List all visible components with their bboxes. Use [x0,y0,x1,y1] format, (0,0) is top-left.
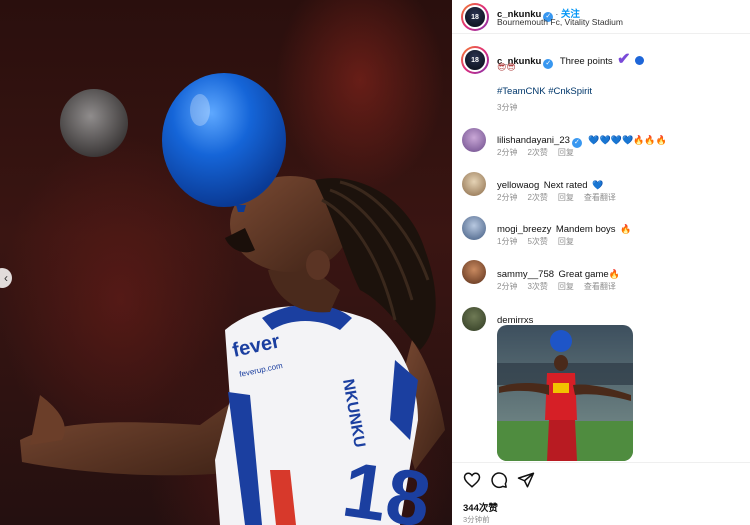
translate-button[interactable]: 查看翻译 [584,193,616,202]
comment-likes[interactable]: 5次赞 [527,237,547,246]
commenter-username[interactable]: yellowaog [497,180,539,191]
caption-text: Three points [559,56,613,67]
post-header: 18 c_nkunku ✓ · 关注 Bournemouth Fc, Vitalit… [452,0,750,34]
shirt-number: 18 [338,445,436,525]
caption-avatar[interactable]: 18 [461,46,489,74]
caption-time: 3分钟 [497,103,518,112]
caption: c_nkunku ✓ Three points ✔ [497,49,644,69]
comment-text: Mandem boys [555,224,616,235]
chevron-left-icon: ‹ [4,271,8,285]
post-actions: 344次赞 3分钟前 [452,462,750,525]
commenter-avatar[interactable] [462,128,486,152]
blue-balloon [162,73,286,207]
caption-emoji: 😎😎 [497,63,516,73]
check-mark-icon: ✔ [617,51,631,68]
comment-time: 2分钟 [497,148,518,157]
blue-circle-icon [634,56,644,65]
caption-hashtags[interactable]: #TeamCNK #CnkSpirit [497,86,592,97]
post-time: 3分钟前 [463,515,490,524]
comment-bubble-icon[interactable] [490,471,508,489]
comment-emoji: 🔥 [608,270,620,280]
comment-emoji: 💙 [591,181,604,191]
photo-illustration: fever feverup.com 18 NKUNKU [20,73,445,525]
comment-image[interactable] [497,325,633,461]
commenter-username[interactable]: sammy__758 [497,269,554,280]
commenter-avatar[interactable] [462,172,486,196]
comment-time: 2分钟 [497,193,518,202]
comment-time: 2分钟 [497,282,518,291]
post-location[interactable]: Bournemouth Fc, Vitality Stadium [497,17,623,27]
commenter-avatar[interactable] [462,260,486,284]
commenter-username[interactable]: lilishandayani_23 [497,135,570,146]
heart-outline-icon[interactable] [463,471,481,489]
reply-button[interactable]: 回复 [558,148,574,157]
comment-likes[interactable]: 3次赞 [527,282,547,291]
comment-emoji: 🔥 [619,225,632,235]
commenter-avatar[interactable] [462,216,486,240]
reply-button[interactable]: 回复 [558,193,574,202]
comment-likes[interactable]: 2次赞 [527,193,547,202]
post-photo[interactable]: fever feverup.com 18 NKUNKU ‹ [0,0,452,525]
verified-badge-icon: ✓ [543,59,554,69]
commenter-avatar[interactable] [462,307,486,331]
comment-likes[interactable]: 2次赞 [527,148,547,157]
comment-text: Great game [558,269,609,280]
comment-text: Next rated [543,180,588,191]
like-count[interactable]: 344次赞 [463,500,498,514]
background-ball [60,89,128,157]
author-avatar[interactable]: 18 [461,3,489,31]
reply-button[interactable]: 回复 [558,282,574,291]
translate-button[interactable]: 查看翻译 [584,282,616,291]
comment-emoji: 💙💙💙💙🔥🔥🔥 [588,136,667,146]
reply-button[interactable]: 回复 [558,237,574,246]
paper-plane-icon[interactable] [517,471,535,489]
comment-image-illustration [497,325,633,461]
comment-time: 1分钟 [497,237,518,246]
commenter-username[interactable]: mogi_breezy [497,224,551,235]
